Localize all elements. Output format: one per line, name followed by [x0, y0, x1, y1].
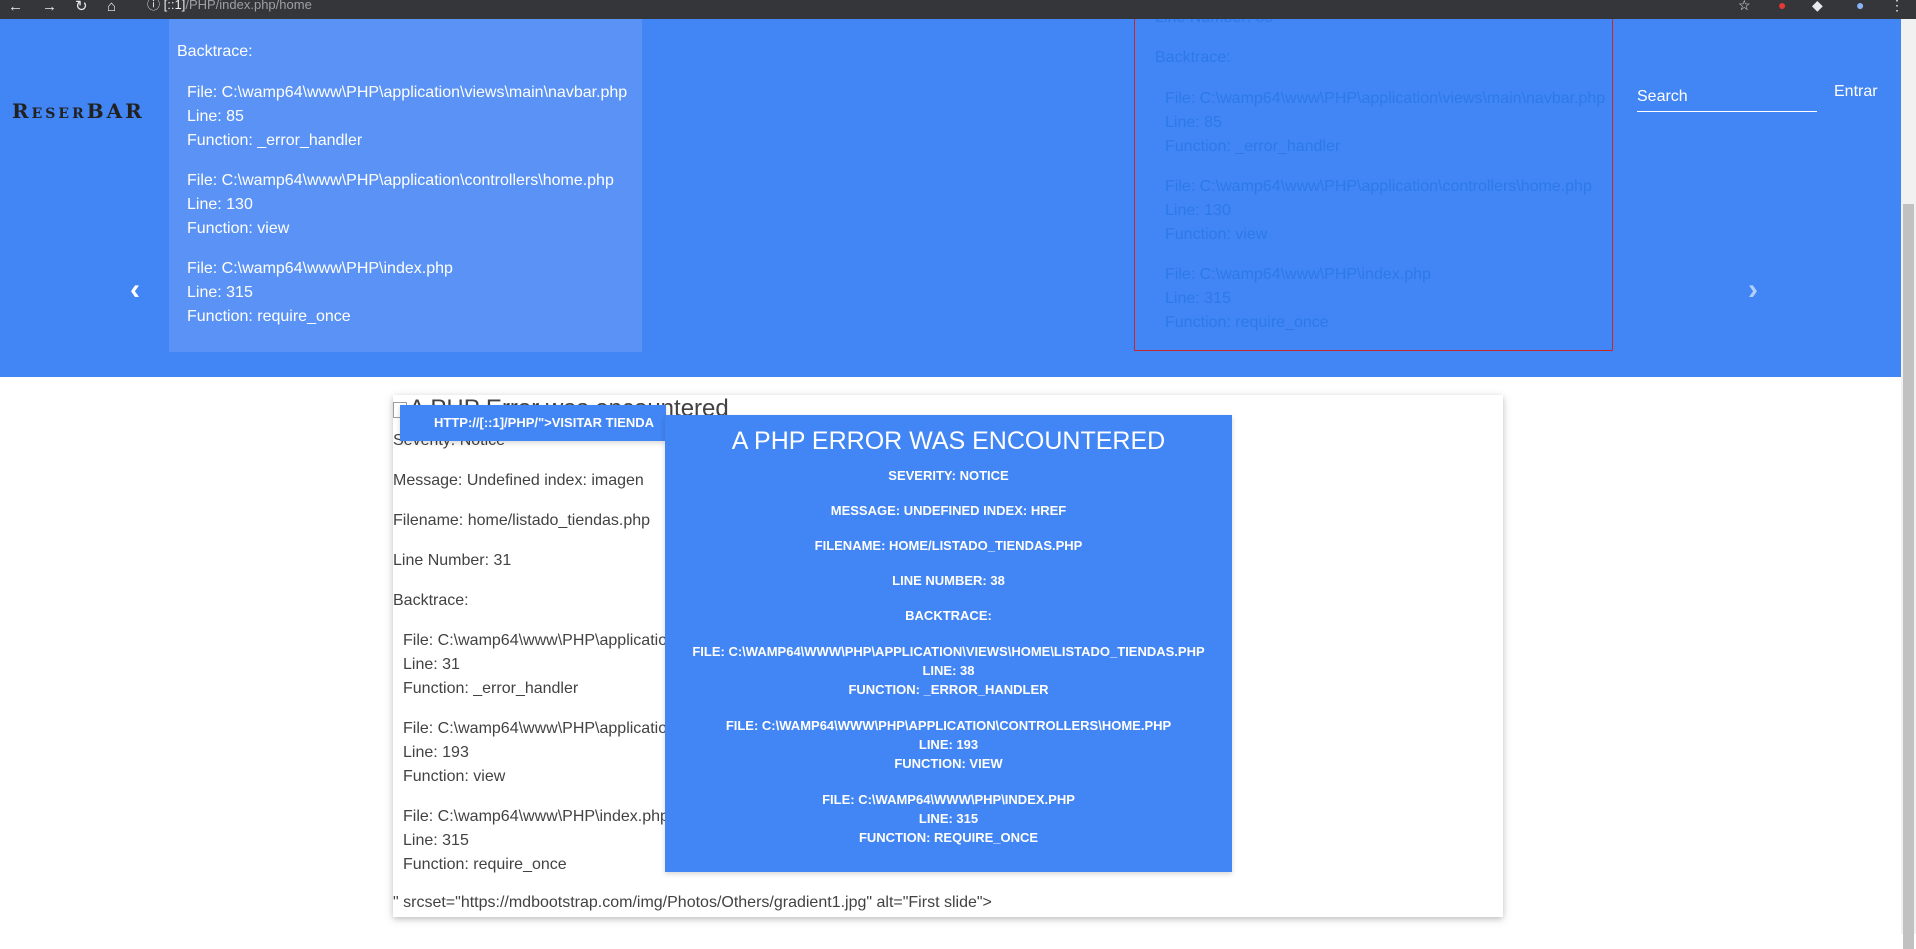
frame-file: File: C:\wamp64\www\PHP\applicatio — [403, 720, 668, 737]
carousel-prev-icon[interactable]: ‹ — [130, 273, 140, 307]
backtrace-frame: File: C:\wamp64\www\PHP\application\view… — [665, 642, 1232, 699]
error-line-number: Line Number: 31 — [393, 552, 512, 569]
brand-logo[interactable]: ReserBAR — [12, 99, 145, 123]
frame-function: Function: view — [1165, 226, 1268, 243]
error-message: Message: Undefined index: href — [830, 503, 1067, 518]
frame-function: Function: _error_handler — [1165, 138, 1341, 155]
backtrace-frame: File: C:\wamp64\www\PHP\applicatio Line:… — [403, 717, 669, 789]
backtrace-frame: File: C:\wamp64\www\PHP\applicatio Line:… — [403, 629, 669, 701]
visit-store-button[interactable]: http://[::1]/PHP/">Visitar Tienda — [400, 405, 666, 441]
navbar-carousel: ReserBAR Backtrace: File: C:\wamp64\www\… — [0, 19, 1901, 377]
php-error-backtrace-left: Backtrace: File: C:\wamp64\www\PHP\appli… — [169, 19, 642, 352]
frame-function: Function: _error_handler — [403, 680, 579, 697]
error-message: Message: Undefined index: imagen — [393, 472, 644, 489]
page-scrollbar[interactable] — [1901, 19, 1916, 949]
frame-file: File: C:\wamp64\www\PHP\application\view… — [1165, 90, 1606, 107]
carousel-next-icon[interactable]: › — [1748, 273, 1758, 307]
srcset-text: " srcset="https://mdbootstrap.com/img/Ph… — [393, 894, 992, 911]
frame-file: File: C:\wamp64\www\PHP\applicatio — [403, 632, 668, 649]
address-bar[interactable]: ⓘ [::1]/PHP/index.php/home — [147, 0, 312, 12]
backtrace-frames: File: C:\wamp64\www\PHP\applicatio Line:… — [403, 629, 669, 893]
line-number: Line Number: 85 — [1155, 19, 1273, 27]
profile-avatar-icon[interactable]: ● — [1856, 0, 1864, 12]
frame-line: Line: 31 — [403, 656, 460, 673]
search-input[interactable] — [1637, 83, 1817, 112]
frame-line: Line: 130 — [1165, 202, 1231, 219]
extension-icon[interactable]: ● — [1778, 0, 1786, 12]
backtrace-frame: File: C:\wamp64\www\PHP\index.php Line: … — [187, 257, 627, 329]
backtrace-frame: File: C:\wamp64\www\PHP\index.php Line: … — [665, 790, 1232, 847]
menu-icon[interactable]: ⋮ — [1890, 0, 1904, 12]
frame-file: File: C:\wamp64\www\PHP\index.php — [403, 808, 669, 825]
frame-function: Function: require_once — [403, 856, 567, 873]
frame-function: Function: view — [403, 768, 506, 785]
reload-icon[interactable]: ↻ — [75, 0, 88, 19]
frame-file: File: C:\wamp64\www\PHP\application\view… — [692, 644, 1205, 659]
login-link[interactable]: Entrar — [1834, 83, 1878, 101]
url-host: [::1] — [163, 0, 186, 12]
frame-file: File: C:\wamp64\www\PHP\index.php — [822, 792, 1075, 807]
frame-line: Line: 85 — [1165, 114, 1222, 131]
frame-line: Line: 315 — [403, 832, 469, 849]
frame-function: Function: _error_handler — [848, 682, 1049, 697]
frame-file: File: C:\wamp64\www\PHP\index.php — [1165, 266, 1431, 283]
extension-box-icon[interactable]: ◆ — [1812, 0, 1823, 12]
frame-file: File: C:\wamp64\www\PHP\index.php — [187, 260, 453, 277]
backtrace-frame: File: C:\wamp64\www\PHP\index.php Line: … — [1165, 263, 1605, 335]
frame-line: Line: 315 — [187, 284, 253, 301]
browser-toolbar: ← → ↻ ⌂ ⓘ [::1]/PHP/index.php/home ☆ ● ◆… — [0, 0, 1916, 19]
frame-file: File: C:\wamp64\www\PHP\application\cont… — [187, 172, 614, 189]
info-icon: ⓘ — [147, 0, 161, 12]
frame-line: Line: 38 — [922, 663, 975, 678]
frame-function: Function: view — [894, 756, 1003, 771]
backtrace-frame: File: C:\wamp64\www\PHP\application\cont… — [187, 169, 627, 241]
frame-function: Function: require_once — [1165, 314, 1329, 331]
frame-file: File: C:\wamp64\www\PHP\application\cont… — [1165, 178, 1592, 195]
frame-file: File: C:\wamp64\www\PHP\application\cont… — [725, 718, 1172, 733]
home-icon[interactable]: ⌂ — [107, 0, 116, 19]
backtrace-frame: File: C:\wamp64\www\PHP\application\view… — [187, 81, 627, 153]
error-line-number: Line Number: 38 — [892, 573, 1005, 588]
frame-line: Line: 85 — [187, 108, 244, 125]
php-error-overlay: A PHP Error was encountered Severity: No… — [665, 415, 1232, 872]
frame-function: Function: _error_handler — [187, 132, 363, 149]
php-error-backtrace-right: Line Number: 85 Backtrace: File: C:\wamp… — [1134, 19, 1613, 351]
backtrace-frame: File: C:\wamp64\www\PHP\application\cont… — [1165, 175, 1605, 247]
backtrace-frame: File: C:\wamp64\www\PHP\index.php Line: … — [403, 805, 669, 877]
frame-line: Line: 193 — [403, 744, 469, 761]
backtrace-frame: File: C:\wamp64\www\PHP\application\view… — [1165, 87, 1605, 159]
error-title: A PHP Error was encountered — [731, 427, 1166, 455]
frame-file: File: C:\wamp64\www\PHP\application\view… — [187, 84, 628, 101]
backtrace-frames: File: C:\wamp64\www\PHP\application\view… — [1165, 87, 1605, 350]
frame-line: Line: 315 — [1165, 290, 1231, 307]
backtrace-label: Backtrace: — [905, 608, 992, 623]
backtrace-label: Backtrace: — [393, 592, 469, 609]
backtrace-frames: File: C:\wamp64\www\PHP\application\view… — [187, 81, 627, 345]
frame-function: Function: require_once — [858, 830, 1039, 845]
back-icon[interactable]: ← — [8, 0, 23, 19]
backtrace-label: Backtrace: — [177, 43, 253, 60]
forward-icon[interactable]: → — [42, 0, 57, 19]
frame-line: Line: 130 — [187, 196, 253, 213]
backtrace-label: Backtrace: — [1155, 49, 1231, 66]
error-filename: Filename: home/listado_tiendas.php — [393, 512, 651, 529]
error-severity: Severity: Notice — [888, 468, 1009, 483]
url-path: /PHP/index.php/home — [185, 0, 312, 12]
star-icon[interactable]: ☆ — [1738, 0, 1751, 12]
error-filename: Filename: home/listado_tiendas.php — [814, 538, 1083, 553]
backtrace-frame: File: C:\wamp64\www\PHP\application\cont… — [665, 716, 1232, 773]
frame-function: Function: view — [187, 220, 290, 237]
frame-function: Function: require_once — [187, 308, 351, 325]
scrollbar-thumb[interactable] — [1903, 204, 1914, 949]
frame-line: Line: 315 — [918, 811, 979, 826]
frame-line: Line: 193 — [918, 737, 979, 752]
